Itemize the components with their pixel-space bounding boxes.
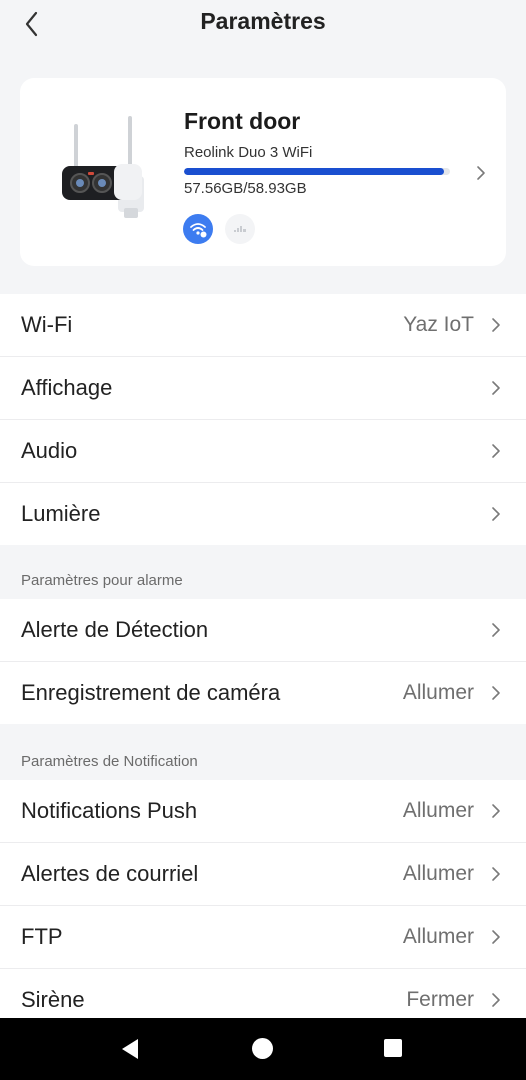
settings-row-audio[interactable]: Audio bbox=[0, 420, 526, 483]
device-name: Front door bbox=[184, 108, 301, 134]
row-label: Alerte de Détection bbox=[21, 617, 209, 642]
wifi-status-icon bbox=[183, 214, 213, 244]
settings-row-lumiere[interactable]: Lumière bbox=[0, 483, 526, 545]
section-title-alarm: Paramètres pour alarme bbox=[21, 572, 183, 589]
nav-back-icon[interactable] bbox=[118, 1037, 142, 1061]
alarm-settings-group: Alerte de Détection Enregistrement de ca… bbox=[0, 599, 526, 724]
row-value: Allumer bbox=[402, 799, 474, 822]
section-title-notification: Paramètres de Notification bbox=[21, 753, 198, 770]
header: Paramètres bbox=[0, 0, 526, 48]
row-label: Lumière bbox=[21, 501, 101, 526]
row-label: Notifications Push bbox=[21, 798, 198, 823]
row-label: Affichage bbox=[21, 375, 113, 400]
row-label: Wi-Fi bbox=[21, 312, 73, 337]
storage-text: 57.56GB/58.93GB bbox=[184, 180, 307, 197]
row-label: Sirène bbox=[21, 987, 85, 1012]
chevron-right-icon bbox=[492, 507, 500, 521]
settings-row-wifi[interactable]: Wi-Fi Yaz IoT bbox=[0, 294, 526, 357]
chevron-right-icon bbox=[492, 804, 500, 818]
row-label: FTP bbox=[21, 924, 63, 949]
settings-row-camera-recording[interactable]: Enregistrement de caméra Allumer bbox=[0, 662, 526, 724]
nav-home-icon[interactable] bbox=[252, 1038, 273, 1059]
chevron-right-icon bbox=[492, 686, 500, 700]
row-value: Yaz IoT bbox=[403, 313, 474, 336]
page-title: Paramètres bbox=[200, 8, 326, 34]
row-label: Enregistrement de caméra bbox=[21, 680, 281, 705]
chevron-right-icon bbox=[492, 444, 500, 458]
settings-row-detection-alert[interactable]: Alerte de Détection bbox=[0, 599, 526, 662]
chevron-right-icon bbox=[492, 318, 500, 332]
storage-progress-fill bbox=[184, 168, 444, 175]
row-value: Fermer bbox=[406, 988, 474, 1011]
chevron-right-icon bbox=[492, 623, 500, 637]
chevron-right-icon bbox=[492, 867, 500, 881]
row-value: Allumer bbox=[402, 925, 474, 948]
device-model: Reolink Duo 3 WiFi bbox=[184, 144, 313, 161]
chevron-right-icon bbox=[492, 930, 500, 944]
storage-progress-bar bbox=[184, 168, 450, 175]
settings-row-affichage[interactable]: Affichage bbox=[0, 357, 526, 420]
general-settings-group: Wi-Fi Yaz IoT Affichage Audio Lumière bbox=[0, 294, 526, 545]
notification-settings-group: Notifications Push Allumer Alertes de co… bbox=[0, 780, 526, 1031]
row-value: Allumer bbox=[402, 681, 474, 704]
device-card[interactable]: Front door Reolink Duo 3 WiFi 57.56GB/58… bbox=[20, 78, 506, 266]
settings-row-ftp[interactable]: FTP Allumer bbox=[0, 906, 526, 969]
row-label: Audio bbox=[21, 438, 78, 463]
camera-image bbox=[62, 116, 144, 218]
row-value: Allumer bbox=[402, 862, 474, 885]
chevron-right-icon bbox=[477, 166, 485, 180]
system-navigation-bar bbox=[0, 1018, 526, 1080]
chevron-right-icon bbox=[492, 993, 500, 1007]
signal-strength-icon bbox=[225, 214, 255, 244]
row-label: Alertes de courriel bbox=[21, 861, 199, 886]
settings-row-email-alerts[interactable]: Alertes de courriel Allumer bbox=[0, 843, 526, 906]
settings-row-push-notifications[interactable]: Notifications Push Allumer bbox=[0, 780, 526, 843]
nav-recents-icon[interactable] bbox=[384, 1039, 402, 1057]
chevron-right-icon bbox=[492, 381, 500, 395]
